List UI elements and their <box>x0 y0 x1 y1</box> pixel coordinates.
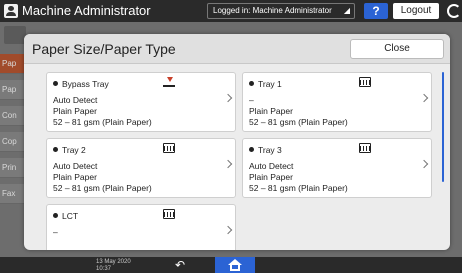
tray-paper-weight: 52 – 81 gsm (Plain Paper) <box>53 183 152 193</box>
dropdown-arrow-icon: ◢ <box>343 6 350 15</box>
chevron-right-icon <box>223 225 233 235</box>
date-time: 13 May 2020 10:37 <box>96 259 131 273</box>
tray-detect: – <box>53 227 58 237</box>
scrollbar[interactable] <box>442 72 444 182</box>
chevron-right-icon <box>223 93 233 103</box>
tray-paper-type: Plain Paper <box>53 172 97 182</box>
close-button[interactable]: Close <box>350 39 444 59</box>
tray-paper-weight: 52 – 81 gsm (Plain Paper) <box>53 117 152 127</box>
time-text: 10:37 <box>96 266 112 272</box>
user-icon <box>4 4 18 18</box>
back-arrow-icon: ↶ <box>174 258 186 272</box>
paper-tray-icon <box>359 143 371 153</box>
back-button[interactable]: ↶ <box>170 259 190 271</box>
tray-name: Bypass Tray <box>53 79 109 89</box>
dialog-header: Paper Size/Paper Type Close <box>24 34 450 64</box>
paper-tray-icon <box>163 143 175 153</box>
chevron-right-icon <box>223 159 233 169</box>
paper-size-dialog: Paper Size/Paper Type Close Bypass Tray … <box>24 34 450 250</box>
paper-tray-icon <box>359 77 371 87</box>
bypass-tray-icon <box>163 77 175 87</box>
tray-detect: Auto Detect <box>53 95 98 105</box>
top-status-bar: Machine Administrator Logged in: Machine… <box>0 0 462 22</box>
login-status-dropdown[interactable]: Logged in: Machine Administrator ◢ <box>207 3 355 19</box>
tray-card-bypass[interactable]: Bypass Tray Auto Detect Plain Paper 52 –… <box>46 72 236 132</box>
dialog-title: Paper Size/Paper Type <box>32 41 176 57</box>
background-tab <box>4 26 26 44</box>
tray-name: Tray 1 <box>249 79 282 89</box>
chevron-right-icon <box>419 159 429 169</box>
tray-detect: Auto Detect <box>249 161 294 171</box>
tray-paper-weight: 52 – 81 gsm (Plain Paper) <box>249 183 348 193</box>
tray-name: Tray 2 <box>53 145 86 155</box>
logout-button[interactable]: Logout <box>393 3 439 19</box>
paper-tray-icon <box>163 209 175 219</box>
home-icon-body <box>230 265 240 271</box>
app-title: Machine Administrator <box>22 3 151 18</box>
tray-detect: – <box>249 95 254 105</box>
tray-detect: Auto Detect <box>53 161 98 171</box>
power-icon[interactable] <box>447 4 461 18</box>
tray-name: LCT <box>53 211 78 221</box>
tray-paper-type: Plain Paper <box>249 106 293 116</box>
tray-card-tray-2[interactable]: Tray 2 Auto Detect Plain Paper 52 – 81 g… <box>46 138 236 198</box>
tray-paper-type: Plain Paper <box>53 106 97 116</box>
tray-card-tray-1[interactable]: Tray 1 – Plain Paper 52 – 81 gsm (Plain … <box>242 72 432 132</box>
help-button[interactable]: ? <box>364 3 388 19</box>
login-status-text: Logged in: Machine Administrator <box>213 6 332 15</box>
tray-paper-weight: 52 – 81 gsm (Plain Paper) <box>249 117 348 127</box>
tray-card-tray-3[interactable]: Tray 3 Auto Detect Plain Paper 52 – 81 g… <box>242 138 432 198</box>
tray-card-lct[interactable]: LCT – <box>46 204 236 250</box>
tray-paper-type: Plain Paper <box>249 172 293 182</box>
chevron-right-icon <box>419 93 429 103</box>
home-button[interactable] <box>215 257 255 273</box>
date-text: 13 May 2020 <box>96 259 131 265</box>
bottom-bar: 13 May 2020 10:37 ↶ <box>0 257 462 273</box>
tray-name: Tray 3 <box>249 145 282 155</box>
